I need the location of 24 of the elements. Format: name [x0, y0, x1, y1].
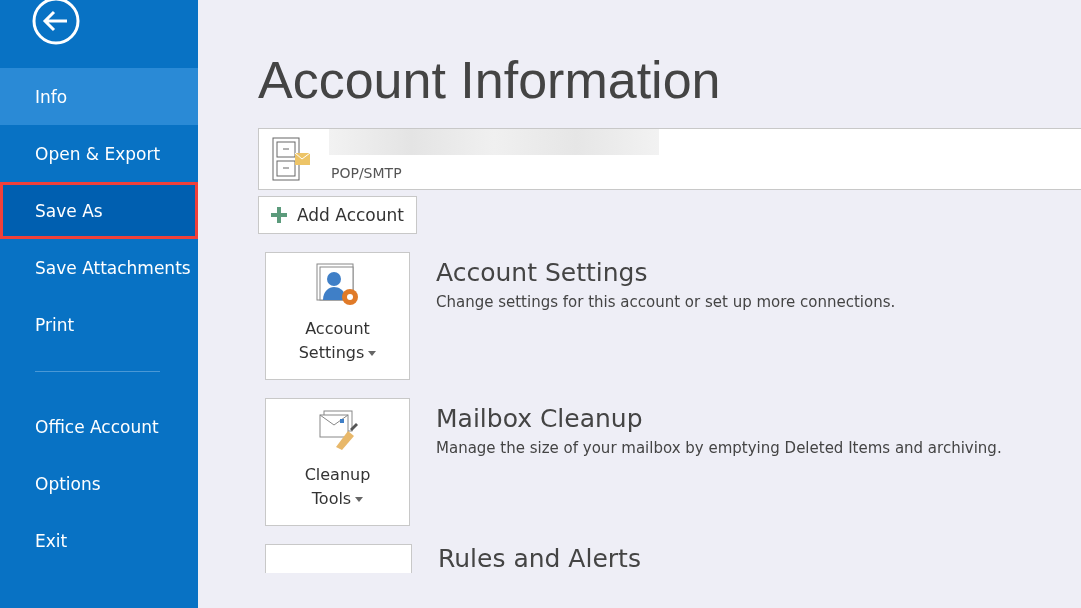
sidebar-item[interactable]: Save Attachments: [0, 239, 198, 296]
sidebar-item[interactable]: Open & Export: [0, 125, 198, 182]
sidebar-item[interactable]: Options: [0, 455, 198, 512]
section-title: Account Settings: [436, 258, 649, 287]
back-icon[interactable]: [30, 0, 82, 46]
sidebar-item[interactable]: Print: [0, 296, 198, 353]
add-account-button[interactable]: Add Account: [258, 196, 417, 234]
sidebar-item[interactable]: Save As: [0, 182, 198, 239]
sidebar-item[interactable]: Info: [0, 68, 198, 125]
sidebar-item[interactable]: Exit: [0, 512, 198, 569]
section-title: Mailbox Cleanup: [436, 404, 644, 433]
caret-icon: [368, 351, 377, 356]
sidebar-item[interactable]: Office Account: [0, 398, 198, 455]
account-dropdown[interactable]: POP/SMTP: [258, 128, 1081, 190]
section-description: Change settings for this account or set up more connections.: [436, 293, 896, 311]
page-title: Account Information: [258, 50, 722, 110]
section-title: Rules and Alerts: [438, 544, 641, 573]
section-button[interactable]: Cleanup Tools: [265, 398, 410, 526]
caret-icon: [355, 497, 364, 502]
account-type: POP/SMTP: [331, 165, 402, 181]
mail-cabinet-icon: [271, 137, 311, 181]
plus-icon: [271, 207, 287, 223]
section-description: Manage the size of your mailbox by emptying Deleted Items and archiving.: [436, 439, 1002, 457]
section-button[interactable]: Account Settings: [265, 252, 410, 380]
